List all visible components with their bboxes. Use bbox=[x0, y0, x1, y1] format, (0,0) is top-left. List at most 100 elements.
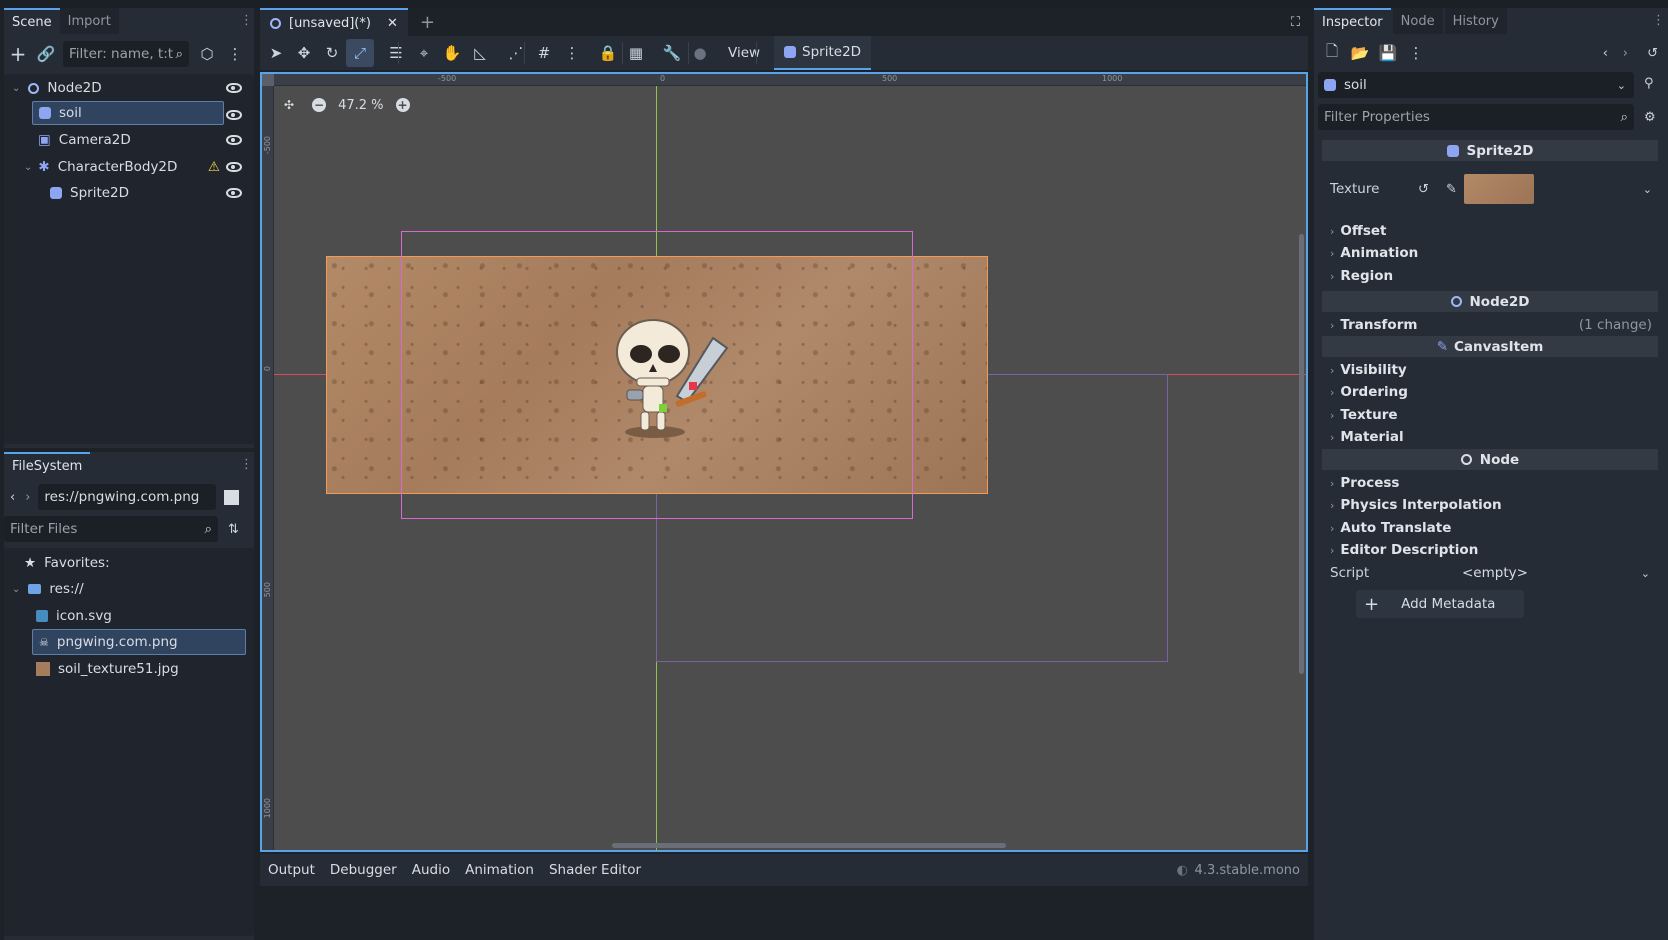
close-icon[interactable]: ✕ bbox=[387, 16, 398, 31]
file-item-icon-svg[interactable]: icon.svg bbox=[4, 603, 254, 629]
tab-filesystem[interactable]: FileSystem bbox=[4, 452, 91, 478]
grid-snap-icon[interactable]: # bbox=[530, 39, 558, 67]
scene-menu-icon[interactable]: ⋮ bbox=[221, 40, 249, 68]
revert-icon[interactable]: ↺ bbox=[1418, 182, 1429, 197]
tab-scene[interactable]: Scene bbox=[4, 8, 60, 34]
update-spinner-icon[interactable]: ◐ bbox=[1177, 863, 1188, 878]
ruler-mode-icon[interactable]: ◺ bbox=[466, 39, 494, 67]
group-process[interactable]: › Process bbox=[1330, 472, 1660, 494]
group-region[interactable]: › Region bbox=[1330, 265, 1660, 287]
filesystem-path-input[interactable]: res://pngwing.com.png bbox=[38, 484, 217, 510]
collapse-arrow-icon[interactable]: ⌄ bbox=[12, 584, 20, 595]
group-physics-interpolation[interactable]: › Physics Interpolation bbox=[1330, 494, 1660, 516]
tab-node[interactable]: Node bbox=[1392, 8, 1443, 34]
pan-mode-icon[interactable]: ✋ bbox=[438, 39, 466, 67]
center-view-icon[interactable]: ✣ bbox=[284, 98, 294, 112]
tree-item-characterbody2d[interactable]: ⌄ ✱ CharacterBody2D ⚠ bbox=[4, 154, 254, 180]
extra-resource-options-icon[interactable]: ⋮ bbox=[1402, 39, 1430, 67]
favorites-item[interactable]: ★ Favorites: bbox=[4, 550, 254, 576]
back-icon[interactable]: ‹ bbox=[10, 490, 15, 505]
save-resource-icon[interactable]: 💾 bbox=[1374, 39, 1402, 67]
add-metadata-button[interactable]: + Add Metadata bbox=[1356, 590, 1524, 618]
node-info-icon[interactable]: ⚲ bbox=[1644, 76, 1654, 91]
scene-dock-menu-icon[interactable]: ⋮ bbox=[240, 13, 253, 28]
scale-mode-icon[interactable]: ⤢ bbox=[346, 39, 374, 67]
tree-item-sprite2d[interactable]: Sprite2D bbox=[4, 180, 254, 206]
open-resource-icon[interactable]: 📂 bbox=[1346, 39, 1374, 67]
texture-preview[interactable] bbox=[1464, 174, 1534, 204]
tab-inspector[interactable]: Inspector bbox=[1314, 8, 1391, 34]
tab-import[interactable]: Import bbox=[59, 8, 119, 34]
tab-shader-editor[interactable]: Shader Editor bbox=[549, 862, 641, 878]
tab-audio[interactable]: Audio bbox=[412, 862, 450, 878]
chevron-down-icon[interactable]: ⌄ bbox=[1641, 567, 1650, 580]
select-mode-icon[interactable]: ➤ bbox=[262, 39, 290, 67]
tab-debugger[interactable]: Debugger bbox=[330, 862, 397, 878]
visibility-eye-icon[interactable] bbox=[226, 135, 242, 145]
property-options-icon[interactable]: ⚙ bbox=[1644, 110, 1656, 125]
visibility-eye-icon[interactable] bbox=[226, 110, 242, 120]
group-animation[interactable]: › Animation bbox=[1330, 242, 1660, 264]
scene-filter-input[interactable]: Filter: name, t:t ⌕ bbox=[63, 41, 189, 67]
new-resource-icon[interactable]: 🗋 bbox=[1318, 39, 1346, 67]
collapse-arrow-icon[interactable]: ⌄ bbox=[24, 162, 32, 173]
script-attach-icon[interactable]: ⬡ bbox=[193, 40, 221, 68]
smart-snap-icon[interactable]: ⋰ bbox=[502, 39, 530, 67]
visibility-eye-icon[interactable] bbox=[226, 83, 242, 93]
history-forward-icon[interactable]: › bbox=[1623, 46, 1628, 61]
tree-item-soil[interactable]: soil bbox=[32, 101, 224, 125]
list-select-icon[interactable]: ☰ bbox=[382, 39, 410, 67]
move-mode-icon[interactable]: ✥ bbox=[290, 39, 318, 67]
group-transform[interactable]: › Transform (1 change) bbox=[1330, 314, 1660, 336]
group-material[interactable]: › Material bbox=[1330, 426, 1660, 448]
scene-tab-unsaved[interactable]: [unsaved](*) ✕ bbox=[260, 8, 408, 36]
snap-options-icon[interactable]: ⋮ bbox=[558, 39, 586, 67]
group-offset[interactable]: › Offset bbox=[1330, 220, 1660, 242]
sprite2d-menu-tab[interactable]: Sprite2D bbox=[774, 36, 872, 70]
add-scene-tab-icon[interactable]: + bbox=[420, 12, 435, 33]
pivot-icon[interactable]: ⌖ bbox=[410, 39, 438, 67]
camera-override-icon[interactable]: ● bbox=[686, 39, 714, 67]
tab-history[interactable]: History bbox=[1444, 8, 1507, 34]
group-ordering[interactable]: › Ordering bbox=[1330, 381, 1660, 403]
res-folder-item[interactable]: ⌄ res:// bbox=[4, 576, 254, 602]
filesystem-filter-input[interactable]: Filter Files ⌕ bbox=[4, 516, 218, 542]
tab-output[interactable]: Output bbox=[268, 862, 315, 878]
visibility-eye-icon[interactable] bbox=[226, 162, 242, 172]
zoom-out-icon[interactable]: − bbox=[312, 98, 327, 112]
collapse-arrow-icon[interactable]: ⌄ bbox=[12, 83, 20, 94]
object-history-icon[interactable]: ↺ bbox=[1647, 46, 1658, 61]
file-item-pngwing[interactable]: ☠ pngwing.com.png bbox=[32, 629, 246, 655]
link-icon[interactable]: 🔗 bbox=[32, 40, 60, 68]
zoom-in-icon[interactable]: + bbox=[395, 98, 410, 112]
group-editor-description[interactable]: › Editor Description bbox=[1330, 539, 1660, 561]
history-back-icon[interactable]: ‹ bbox=[1603, 46, 1608, 61]
property-filter-input[interactable]: Filter Properties ⌕ bbox=[1318, 104, 1634, 130]
warning-icon[interactable]: ⚠ bbox=[208, 159, 220, 175]
texture-edit-icon[interactable]: ✎ bbox=[1446, 182, 1457, 197]
group-visibility[interactable]: › Visibility bbox=[1330, 359, 1660, 381]
vertical-scrollbar[interactable] bbox=[1299, 234, 1304, 674]
layout-toggle-icon[interactable] bbox=[224, 489, 240, 505]
tree-item-camera2d[interactable]: ▣ Camera2D bbox=[4, 127, 254, 153]
skeleton-character[interactable] bbox=[607, 314, 747, 444]
horizontal-scrollbar[interactable] bbox=[612, 843, 1006, 848]
group-icon[interactable]: ▦ bbox=[622, 39, 650, 67]
sort-icon[interactable]: ⇅ bbox=[228, 522, 239, 537]
visibility-eye-icon[interactable] bbox=[226, 188, 242, 198]
bone-icon[interactable]: 🔧 bbox=[658, 39, 686, 67]
forward-icon[interactable]: › bbox=[25, 490, 30, 505]
group-texture[interactable]: › Texture bbox=[1330, 404, 1660, 426]
distraction-free-icon[interactable]: ⛶ bbox=[1291, 15, 1300, 30]
viewport-2d[interactable]: -500 0 500 1000 -500 0 500 1000 ✣ − 47.2… bbox=[260, 72, 1308, 852]
zoom-level[interactable]: 47.2 % bbox=[338, 98, 383, 113]
tree-item-node2d[interactable]: ⌄ Node2D bbox=[4, 75, 254, 101]
chevron-down-icon[interactable]: ⌄ bbox=[1643, 183, 1652, 196]
filesystem-menu-icon[interactable]: ⋮ bbox=[240, 457, 253, 472]
script-value[interactable]: <empty> bbox=[1462, 565, 1528, 581]
group-auto-translate[interactable]: › Auto Translate bbox=[1330, 517, 1660, 539]
tab-animation[interactable]: Animation bbox=[465, 862, 534, 878]
add-node-icon[interactable]: + bbox=[4, 40, 32, 68]
object-selector[interactable]: soil ⌄ bbox=[1318, 72, 1634, 98]
file-item-soil-texture[interactable]: soil_texture51.jpg bbox=[4, 656, 254, 682]
